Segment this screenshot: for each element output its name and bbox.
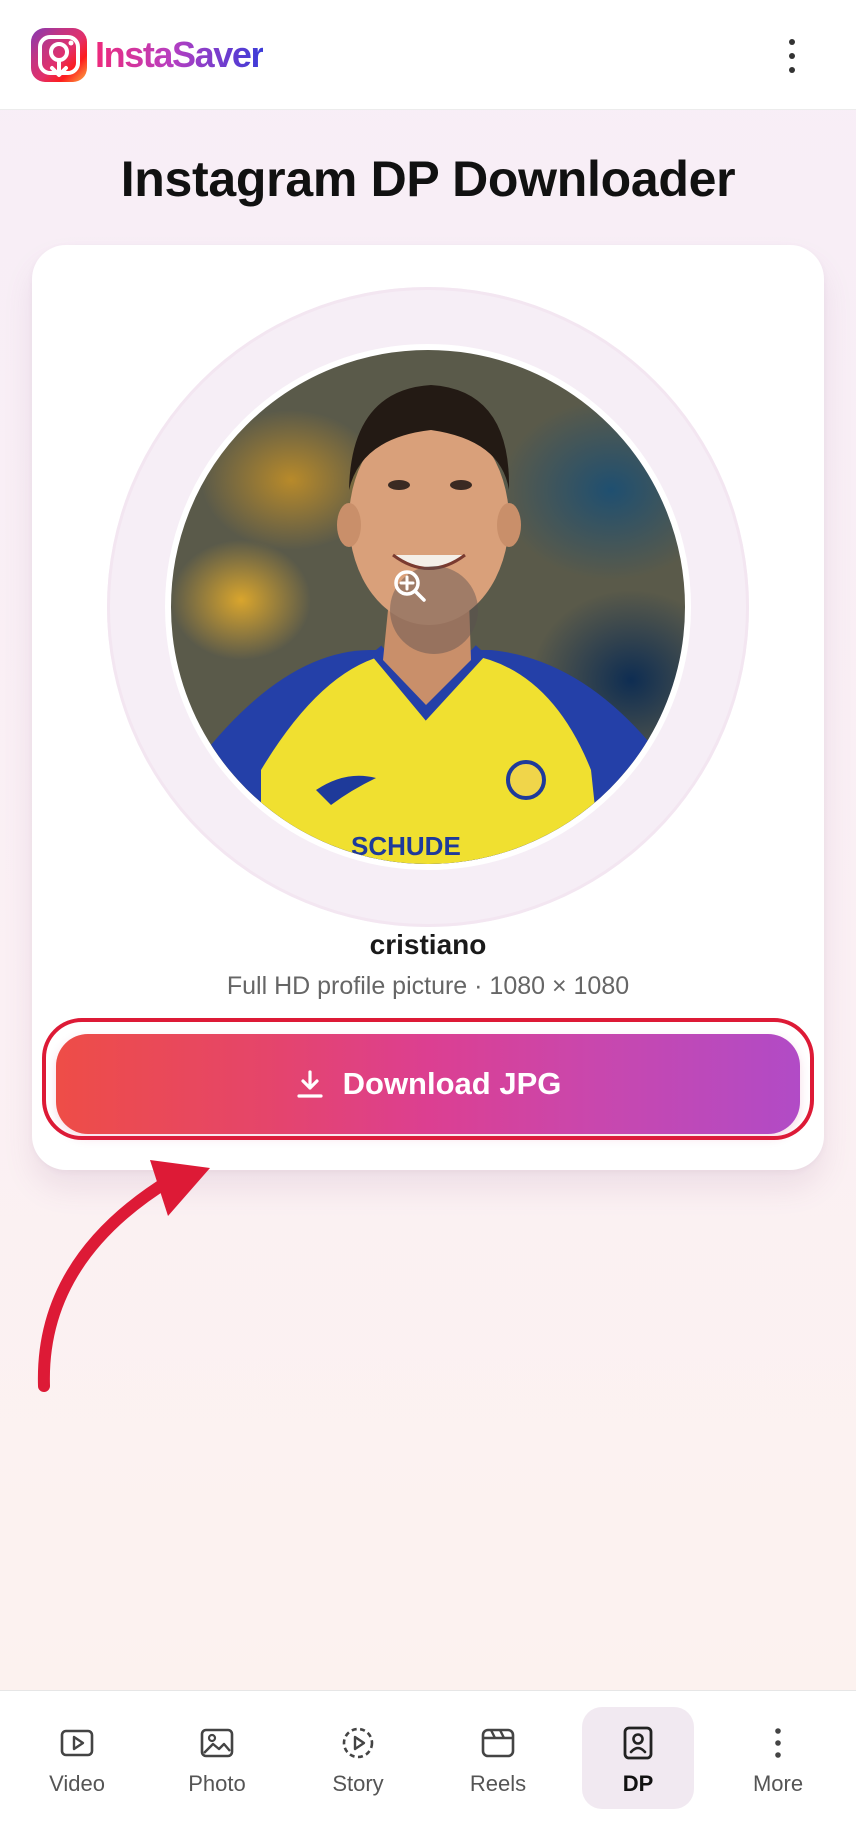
bottom-navigation: Video Photo Story Reels DP More	[0, 1690, 856, 1840]
profile-username: cristiano	[369, 929, 487, 960]
reels-icon	[480, 1725, 516, 1761]
nav-label: Story	[332, 1771, 384, 1796]
zoom-button[interactable]	[390, 566, 478, 654]
page-title: Instagram DP Downloader	[120, 151, 736, 207]
nav-label: DP	[622, 1771, 654, 1796]
download-camera-icon	[31, 28, 87, 82]
profile-resolution: Full HD profile picture · 1080 × 1080	[226, 972, 630, 1000]
nav-item-photo[interactable]: Photo	[161, 1707, 273, 1809]
more-vertical-icon	[760, 1725, 796, 1761]
nav-label: Video	[49, 1771, 105, 1796]
profile-icon	[620, 1725, 656, 1761]
profile-card: SCHUDE cristiano Full HD profile picture…	[32, 245, 824, 1170]
nav-item-video[interactable]: Video	[21, 1707, 133, 1809]
more-vertical-icon	[789, 39, 795, 45]
svg-text:SCHUDE: SCHUDE	[351, 831, 461, 861]
photo-icon	[199, 1725, 235, 1761]
video-icon	[59, 1725, 95, 1761]
nav-item-more[interactable]: More	[722, 1707, 834, 1809]
nav-label: Reels	[469, 1771, 527, 1796]
app-name: InstaSaver	[95, 34, 265, 75]
download-jpg-button[interactable]: Download JPG	[56, 1034, 800, 1134]
app-header: InstaSaver	[0, 0, 856, 110]
profile-picture[interactable]: SCHUDE	[165, 344, 691, 870]
avatar-ring: SCHUDE	[107, 287, 749, 927]
overflow-menu-button[interactable]	[782, 36, 802, 76]
annotation-arrow-icon	[37, 1160, 210, 1392]
download-button-label: Download JPG	[342, 1066, 562, 1101]
nav-item-story[interactable]: Story	[302, 1707, 414, 1809]
nav-item-reels[interactable]: Reels	[442, 1707, 554, 1809]
nav-label: More	[752, 1771, 804, 1796]
download-icon	[295, 1069, 325, 1099]
zoom-in-icon	[394, 570, 426, 602]
story-icon	[340, 1725, 376, 1761]
app-logo[interactable]: InstaSaver	[31, 28, 265, 82]
nav-label: Photo	[188, 1771, 246, 1796]
nav-item-dp[interactable]: DP	[582, 1707, 694, 1809]
